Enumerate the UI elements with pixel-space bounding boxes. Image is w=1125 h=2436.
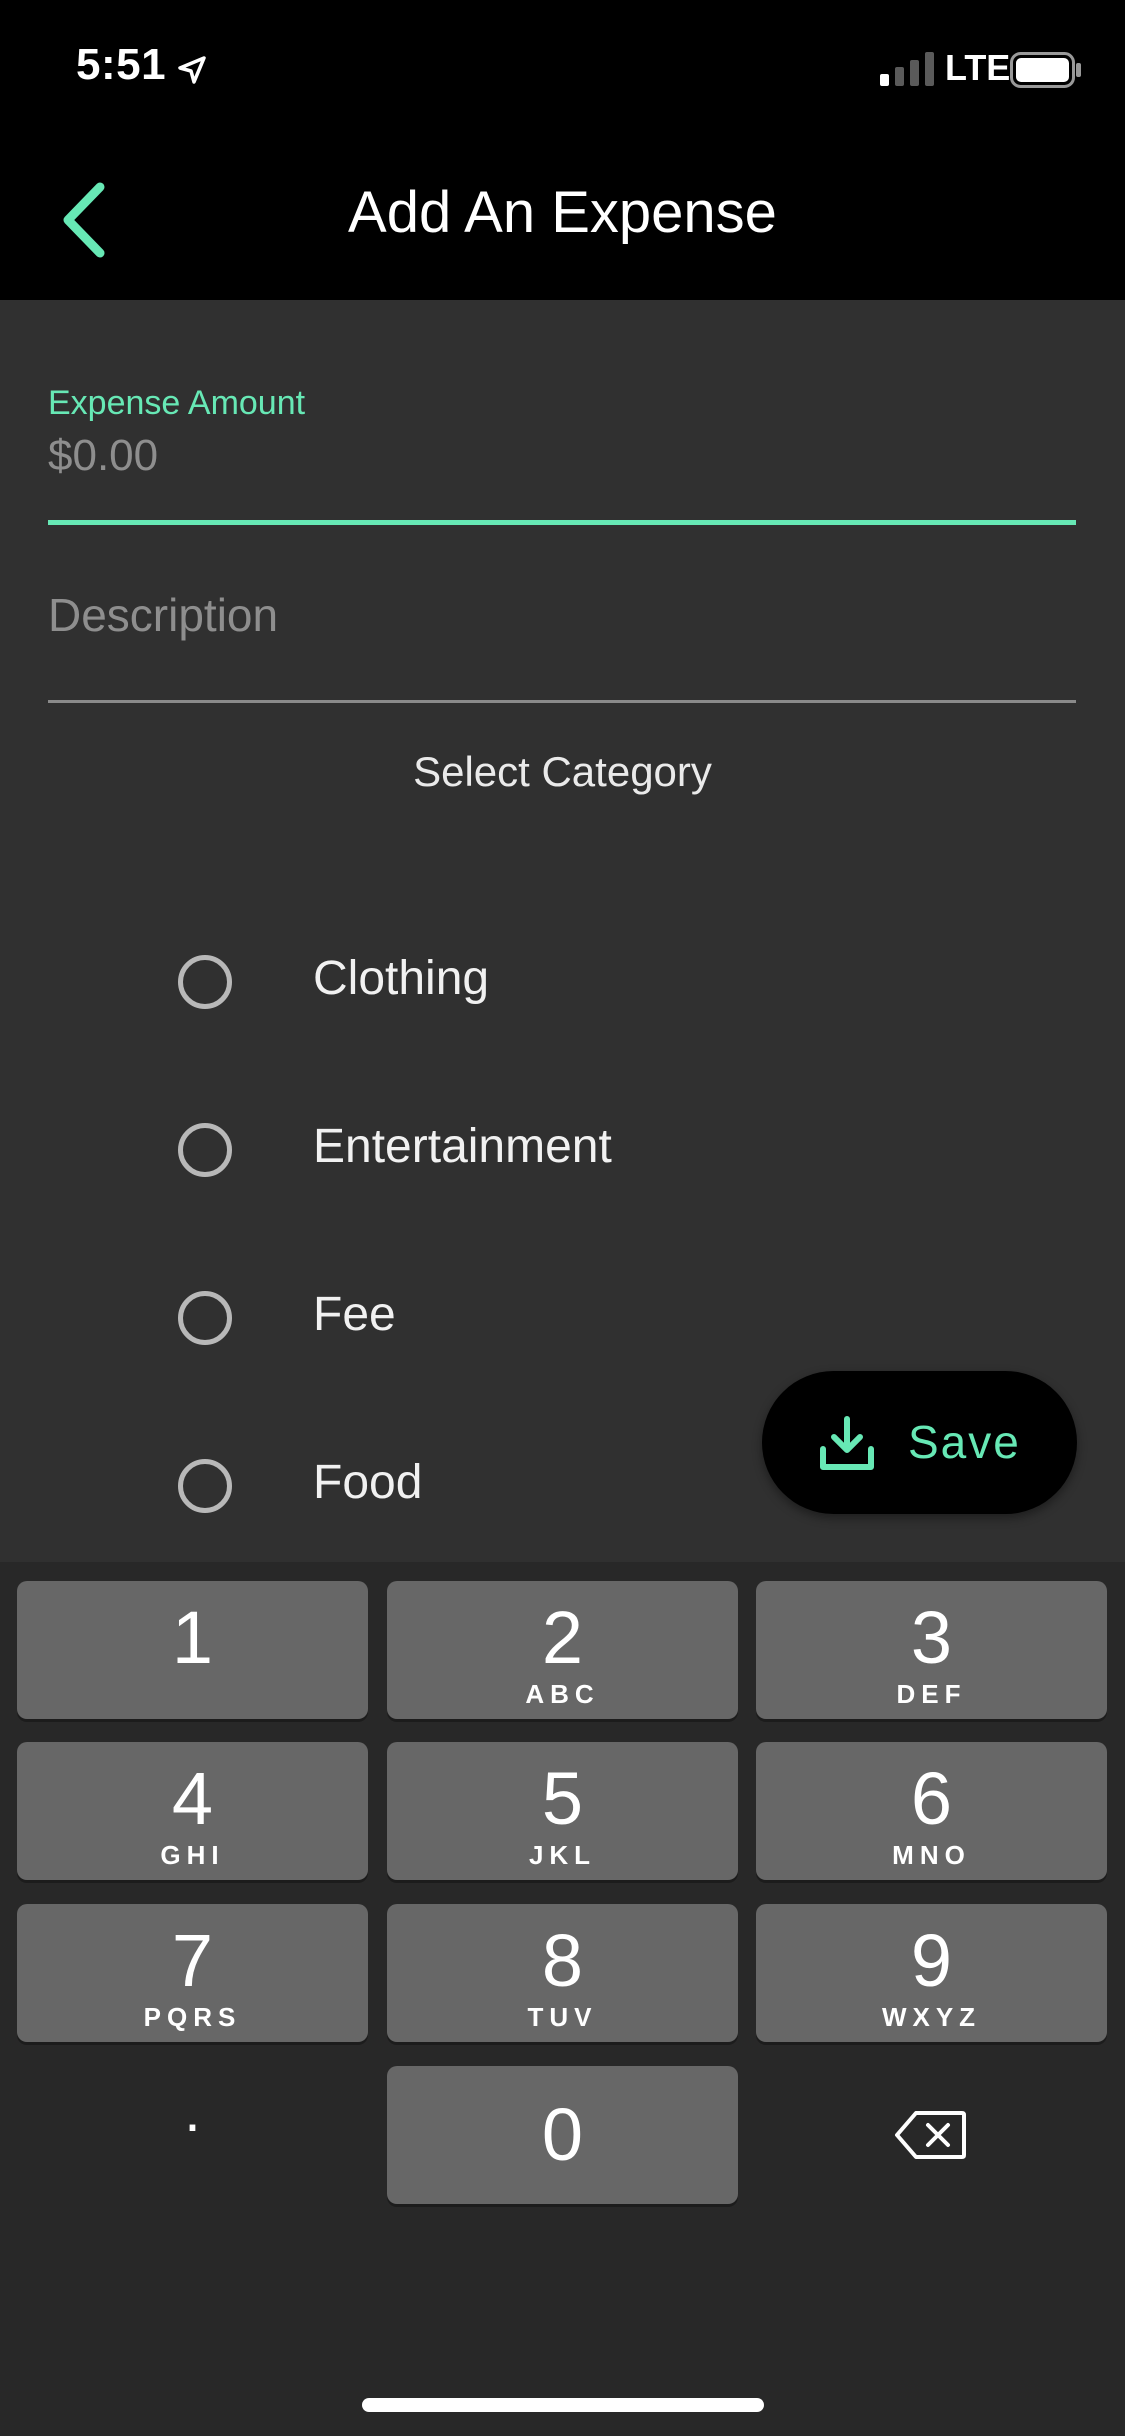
category-label: Clothing [313,952,490,1005]
category-label: Food [313,1456,423,1509]
battery-icon [1010,52,1081,88]
key-number: 4 [171,1757,214,1840]
key-6[interactable]: 6 MNO [756,1742,1107,1880]
description-input[interactable] [48,580,1076,650]
key-9[interactable]: 9 WXYZ [756,1904,1107,2042]
key-8[interactable]: 8 TUV [387,1904,738,2042]
key-4[interactable]: 4 GHI [17,1742,368,1880]
key-letters: ABC [525,1679,600,1709]
nav-bar: Add An Expense [0,135,1125,300]
location-arrow-icon [178,56,206,84]
key-delete[interactable] [756,2066,1107,2204]
description-field-underline [48,700,1076,703]
save-label: Save [908,1416,1021,1468]
key-letters: PQRS [143,2002,242,2032]
expense-amount-input[interactable] [48,426,1076,486]
key-0[interactable]: 0 [387,2066,738,2204]
key-number: 0 [541,2093,584,2176]
key-letters: DEF [896,1679,967,1709]
page-title: Add An Expense [348,180,777,245]
download-icon [820,1416,874,1470]
key-2[interactable]: 2 ABC [387,1581,738,1719]
key-letters: WXYZ [881,2002,982,2032]
numeric-keypad: 1 2 ABC 3 DEF 4 GHI 5 JKL 6 MNO 7 PQRS 8… [0,1562,1125,2436]
expense-form: Expense Amount Select Category Clothing … [0,300,1125,1562]
key-3[interactable]: 3 DEF [756,1581,1107,1719]
category-option-clothing[interactable]: Clothing [170,931,730,1031]
status-bar: 5:51 LTE [0,0,1125,135]
key-number: 6 [910,1757,953,1840]
save-button[interactable]: Save [762,1371,1077,1514]
key-letters: TUV [527,2002,598,2032]
key-number: 2 [541,1596,584,1679]
key-number: 8 [541,1919,584,2002]
decimal-point: . [184,2077,201,2144]
category-label: Fee [313,1288,396,1341]
key-5[interactable]: 5 JKL [387,1742,738,1880]
category-label: Entertainment [313,1120,612,1173]
category-option-fee[interactable]: Fee [170,1267,730,1367]
key-decimal[interactable]: . [17,2066,368,2204]
key-number: 1 [171,1596,214,1679]
key-7[interactable]: 7 PQRS [17,1904,368,2042]
amount-field-underline [48,520,1076,525]
key-letters: JKL [528,1840,597,1870]
key-number: 9 [910,1919,953,2002]
key-number: 5 [541,1757,584,1840]
radio-button[interactable] [178,1123,232,1177]
network-type: LTE [945,47,1011,88]
key-letters: MNO [892,1840,971,1870]
category-option-entertainment[interactable]: Entertainment [170,1099,730,1199]
expense-amount-label: Expense Amount [48,384,306,422]
key-number: 7 [171,1919,214,2002]
home-indicator[interactable] [362,2398,764,2412]
backspace-icon [895,2111,966,2159]
radio-button[interactable] [178,1459,232,1513]
category-option-food[interactable]: Food [170,1435,730,1535]
status-time: 5:51 [76,40,167,89]
radio-button[interactable] [178,955,232,1009]
key-number: 3 [910,1596,953,1679]
cellular-signal-icon [880,52,934,86]
radio-button[interactable] [178,1291,232,1345]
select-category-title: Select Category [413,748,712,795]
key-letters: GHI [160,1840,225,1870]
key-1[interactable]: 1 [17,1581,368,1719]
